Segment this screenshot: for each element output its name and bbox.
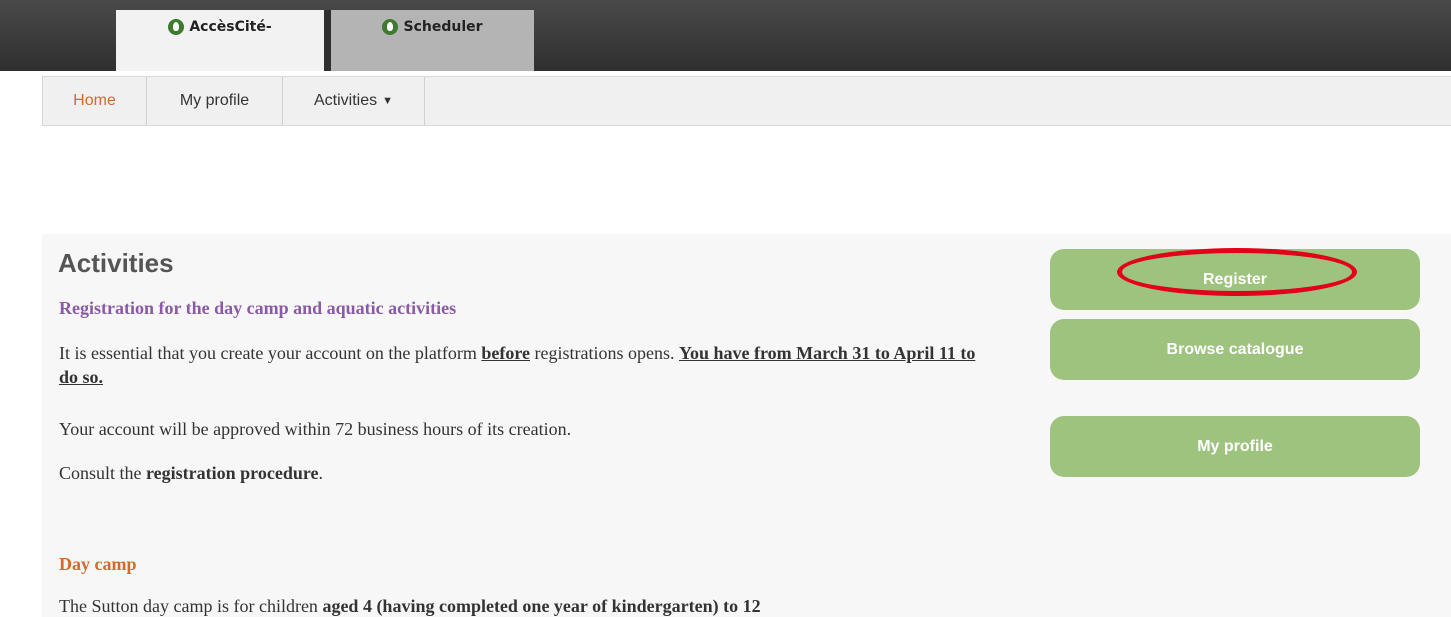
procedure-notice: Consult the registration procedure. xyxy=(59,461,323,485)
app-tab-label: AccèsCité- xyxy=(189,18,272,35)
day-camp-age-range: aged 4 (having completed one year of kin… xyxy=(322,596,761,616)
notice-text-2: registrations opens. xyxy=(530,343,679,363)
app-tab-bar: AccèsCité- Scheduler xyxy=(0,0,1451,71)
app-tab-label: Scheduler xyxy=(403,18,483,35)
nav-home[interactable]: Home xyxy=(43,77,147,125)
day-camp-description: The Sutton day camp is for children aged… xyxy=(59,594,761,617)
day-camp-text: The Sutton day camp is for children xyxy=(59,596,323,616)
app-tab-scheduler[interactable]: Scheduler xyxy=(331,10,534,71)
account-notice: It is essential that you create your acc… xyxy=(59,341,979,389)
day-camp-heading: Day camp xyxy=(59,554,137,574)
nav-home-label: Home xyxy=(73,92,116,109)
registration-procedure-link[interactable]: registration procedure xyxy=(146,463,318,483)
leaf-logo-icon xyxy=(168,18,185,35)
register-button-label: Register xyxy=(1202,270,1268,288)
procedure-text: Consult the xyxy=(59,463,147,483)
registration-heading: Registration for the day camp and aquati… xyxy=(59,298,457,318)
notice-before-emphasis: before xyxy=(481,343,531,363)
browse-catalogue-button[interactable]: Browse catalogue xyxy=(1050,319,1420,380)
nav-activities-label: Activities xyxy=(313,92,378,109)
notice-text: It is essential that you create your acc… xyxy=(59,343,482,363)
approval-notice: Your account will be approved within 72 … xyxy=(59,419,572,439)
main-nav: Home My profile Activities ▼ xyxy=(42,76,1451,126)
procedure-period: . xyxy=(318,463,324,483)
caret-down-icon: ▼ xyxy=(382,95,393,107)
nav-my-profile-label: My profile xyxy=(179,92,250,109)
my-profile-button-label: My profile xyxy=(1197,437,1273,455)
my-profile-button[interactable]: My profile xyxy=(1050,416,1420,477)
app-tab-accescite[interactable]: AccèsCité- xyxy=(116,10,324,71)
register-button[interactable]: Register xyxy=(1050,249,1420,310)
leaf-logo-icon xyxy=(382,18,399,35)
page-title: Activities xyxy=(58,248,174,278)
tab-separator xyxy=(324,10,331,71)
browse-catalogue-button-label: Browse catalogue xyxy=(1166,340,1304,358)
nav-my-profile[interactable]: My profile xyxy=(147,77,283,125)
nav-activities-dropdown[interactable]: Activities ▼ xyxy=(283,77,425,125)
